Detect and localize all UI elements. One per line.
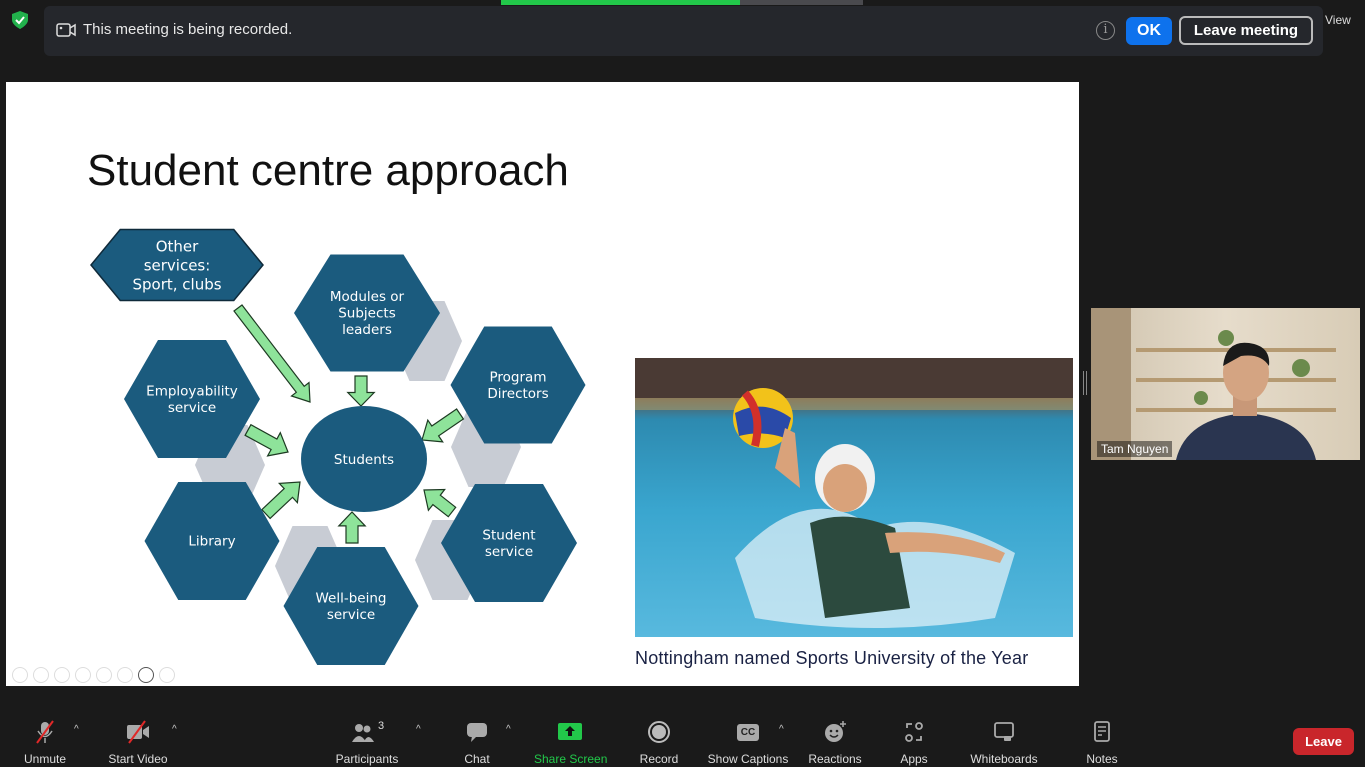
captions-icon: CC	[736, 723, 760, 741]
prev-slide-icon[interactable]	[12, 667, 28, 683]
camera-icon[interactable]	[138, 667, 154, 683]
whiteboard-icon	[994, 722, 1014, 741]
apps-button[interactable]: Apps	[896, 720, 932, 766]
students-label: Students	[334, 452, 394, 468]
view-button[interactable]: View	[1325, 13, 1351, 27]
show-captions-button[interactable]: CC Show Captions	[706, 720, 790, 766]
record-icon	[648, 721, 670, 743]
record-label: Record	[639, 752, 679, 766]
reactions-button[interactable]: Reactions	[806, 720, 864, 766]
participants-icon	[351, 724, 374, 742]
arrow-to-students	[261, 481, 301, 520]
arrow-to-students	[337, 511, 367, 544]
leave-button[interactable]: Leave	[1293, 728, 1354, 755]
recording-camera-icon	[56, 23, 76, 37]
unmute-button[interactable]: Unmute	[22, 720, 68, 766]
more-icon[interactable]	[159, 667, 175, 683]
video-off-icon	[127, 720, 149, 744]
participant-name: Tam Nguyen	[1097, 441, 1173, 457]
info-icon[interactable]: i	[1096, 21, 1115, 40]
recording-message: This meeting is being recorded.	[83, 21, 293, 38]
whiteboards-label: Whiteboards	[970, 752, 1038, 766]
participants-options-caret[interactable]: ^	[416, 724, 421, 735]
start-video-label: Start Video	[108, 752, 168, 766]
node-library-label: Library	[188, 534, 235, 550]
participants-count: 3	[377, 720, 385, 732]
apps-icon	[905, 722, 923, 742]
unmute-label: Unmute	[23, 752, 67, 766]
node-program-directors-label: Program Directors	[487, 369, 548, 402]
muted-microphone-icon	[36, 720, 54, 744]
participants-button[interactable]: 3 Participants	[334, 720, 400, 766]
show-captions-label: Show Captions	[707, 752, 789, 766]
recording-banner: This meeting is being recorded. i OK Lea…	[44, 6, 1323, 56]
reactions-icon	[825, 721, 846, 742]
share-screen-icon	[558, 723, 582, 740]
share-progress-fill	[501, 0, 740, 5]
photo-caption: Nottingham named Sports University of th…	[635, 648, 1029, 668]
leave-meeting-button[interactable]: Leave meeting	[1179, 16, 1313, 45]
share-screen-button[interactable]: Share Screen	[534, 720, 608, 766]
participants-label: Participants	[335, 752, 399, 766]
panel-resize-handle[interactable]	[1083, 371, 1087, 395]
video-options-caret[interactable]: ^	[172, 724, 177, 735]
share-screen-label: Share Screen	[534, 752, 608, 766]
captions-options-caret[interactable]: ^	[779, 724, 784, 735]
meeting-toolbar: Unmute ^ Start Video ^ 3 Participants ^ …	[0, 712, 1365, 767]
notes-button[interactable]: Notes	[1084, 720, 1120, 766]
reactions-label: Reactions	[808, 752, 862, 766]
share-progress-bar	[501, 0, 863, 5]
whiteboards-button[interactable]: Whiteboards	[968, 720, 1040, 766]
arrow-to-students	[346, 375, 376, 407]
next-slide-icon[interactable]	[33, 667, 49, 683]
shared-slide: Student centre approach Other services: Sp…	[6, 82, 1079, 686]
zoom-icon[interactable]	[96, 667, 112, 683]
pen-icon[interactable]	[54, 667, 70, 683]
audio-options-caret[interactable]: ^	[74, 724, 79, 735]
slide-controls	[12, 667, 175, 683]
start-video-button[interactable]: Start Video	[106, 720, 170, 766]
copy-icon[interactable]	[75, 667, 91, 683]
chat-bubble-icon	[467, 723, 487, 742]
participant-video-tile[interactable]: Tam Nguyen	[1091, 308, 1360, 460]
water-polo-photo	[635, 358, 1073, 637]
chat-label: Chat	[464, 752, 490, 766]
student-centre-diagram: Other services: Sport, clubsModules or Subj…	[90, 228, 586, 665]
ok-button[interactable]: OK	[1126, 17, 1172, 45]
menu-icon[interactable]	[117, 667, 133, 683]
notes-label: Notes	[1086, 752, 1118, 766]
apps-label: Apps	[900, 752, 928, 766]
arrow-to-students	[423, 488, 457, 518]
notes-icon	[1094, 721, 1110, 742]
security-shield-icon[interactable]	[12, 11, 28, 29]
node-student-service-label: Student service	[482, 527, 535, 560]
record-button[interactable]: Record	[638, 720, 680, 766]
chat-options-caret[interactable]: ^	[506, 724, 511, 735]
chat-button[interactable]: Chat	[460, 720, 494, 766]
